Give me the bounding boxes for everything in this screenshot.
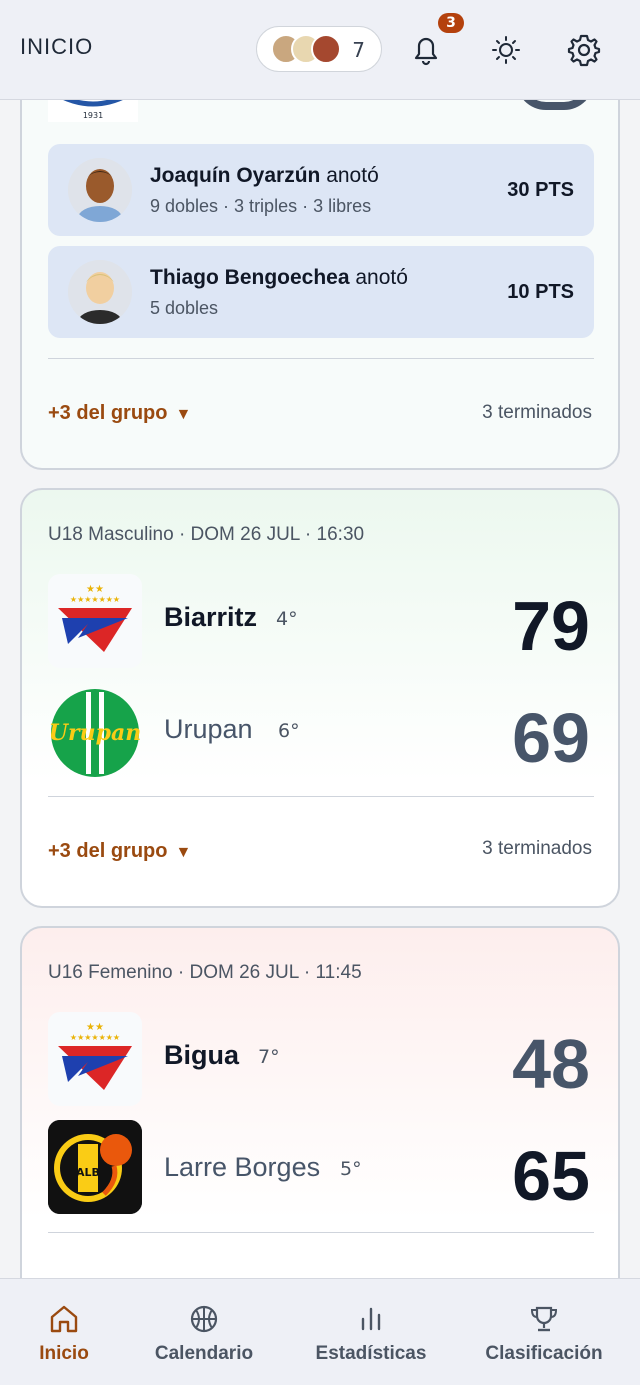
gear-icon[interactable] [564, 30, 604, 70]
divider [48, 796, 594, 797]
home-screen: INICIO 7 3 1931 Joaquín Oyarzún anotó 9 … [0, 0, 640, 1385]
trophy-icon [530, 1306, 558, 1332]
nav-label: Calendario [154, 1343, 254, 1364]
favorites-count: 7 [352, 38, 365, 62]
team-score: 69 [512, 699, 590, 777]
team-logo: Urupan [48, 686, 142, 780]
top-app-bar: INICIO 7 3 [0, 0, 640, 100]
game-meta: U16 Femenino · DOM 26 JUL · 11:45 [48, 962, 362, 983]
team-name: Biarritz [164, 602, 258, 632]
team-name: Urupan [164, 714, 253, 744]
game-card[interactable]: U18 Masculino · DOM 26 JUL · 16:30 ★★ ★★… [20, 488, 620, 908]
scorer-verb: anotó [326, 164, 379, 187]
nav-item-clasificacion[interactable]: Clasificación [464, 1279, 624, 1385]
svg-text:★★★★★★★: ★★★★★★★ [70, 595, 120, 604]
bell-icon[interactable] [406, 30, 446, 70]
team-name: Larre Borges [164, 1152, 321, 1182]
svg-text:★★: ★★ [86, 1022, 104, 1033]
player-avatar [68, 158, 132, 222]
team-score: 48 [512, 1025, 590, 1103]
bottom-navigation: Inicio Calendario Estadísticas Clasifica… [0, 1278, 640, 1385]
scorer-points: 30 PTS [507, 179, 574, 201]
team-rank: 4° [276, 608, 298, 630]
scorer-points: 10 PTS [507, 281, 574, 303]
scorer-detail: 5 dobles [150, 298, 219, 318]
nav-item-estadisticas[interactable]: Estadísticas [291, 1279, 451, 1385]
bar-chart-icon [361, 1307, 381, 1331]
scorer-verb: anotó [355, 266, 408, 289]
nav-label: Clasificación [485, 1343, 603, 1364]
player-avatar [68, 260, 132, 324]
nav-item-inicio[interactable]: Inicio [0, 1279, 144, 1385]
svg-text:★★: ★★ [86, 584, 104, 595]
team-rank: 6° [278, 720, 300, 742]
team-logo: ALB [48, 1120, 142, 1214]
triangle-down-icon: ▼ [175, 844, 192, 861]
team-logo: ★★ ★★★★★★★ [48, 574, 142, 668]
team-logo: ★★ ★★★★★★★ [48, 1012, 142, 1106]
team-rank: 5° [340, 1158, 362, 1180]
player-name: Thiago Bengoechea [150, 266, 350, 289]
divider [48, 1232, 594, 1233]
top-scorer-row[interactable]: Joaquín Oyarzún anotó 9 dobles · 3 tripl… [48, 144, 594, 236]
basketball-icon [190, 1305, 218, 1333]
top-scorer-row[interactable]: Thiago Bengoechea anotó 5 dobles 10 PTS [48, 246, 594, 338]
team-score: 65 [512, 1137, 590, 1215]
team-name: Bigua [164, 1040, 240, 1070]
expand-group-button[interactable]: +3 del grupo ▼ [48, 840, 191, 863]
page-title: INICIO [20, 34, 94, 59]
svg-text:ALB: ALB [76, 1166, 100, 1179]
finished-count: 3 terminados [482, 402, 592, 423]
svg-text:Urupan: Urupan [49, 720, 141, 746]
player-name: Joaquín Oyarzún [150, 164, 321, 187]
svg-text:1931: 1931 [83, 111, 103, 120]
finished-count: 3 terminados [482, 838, 592, 859]
favorite-avatar [311, 34, 341, 64]
nav-label: Inicio [39, 1343, 89, 1364]
home-icon [50, 1305, 78, 1333]
triangle-down-icon: ▼ [175, 406, 192, 423]
team-score: 79 [512, 587, 590, 665]
team-rank: 7° [258, 1046, 280, 1068]
nav-label: Estadísticas [315, 1343, 427, 1364]
nav-item-calendario[interactable]: Calendario [124, 1279, 284, 1385]
favorites-pill[interactable]: 7 [256, 26, 382, 72]
svg-text:★★★★★★★: ★★★★★★★ [70, 1033, 120, 1042]
game-meta: U18 Masculino · DOM 26 JUL · 16:30 [48, 524, 365, 545]
scorer-detail: 9 dobles · 3 triples · 3 libres [150, 196, 372, 216]
expand-group-button[interactable]: +3 del grupo ▼ [48, 402, 191, 425]
notification-badge: 3 [438, 13, 464, 33]
divider [48, 358, 594, 359]
sun-icon[interactable] [486, 30, 526, 70]
